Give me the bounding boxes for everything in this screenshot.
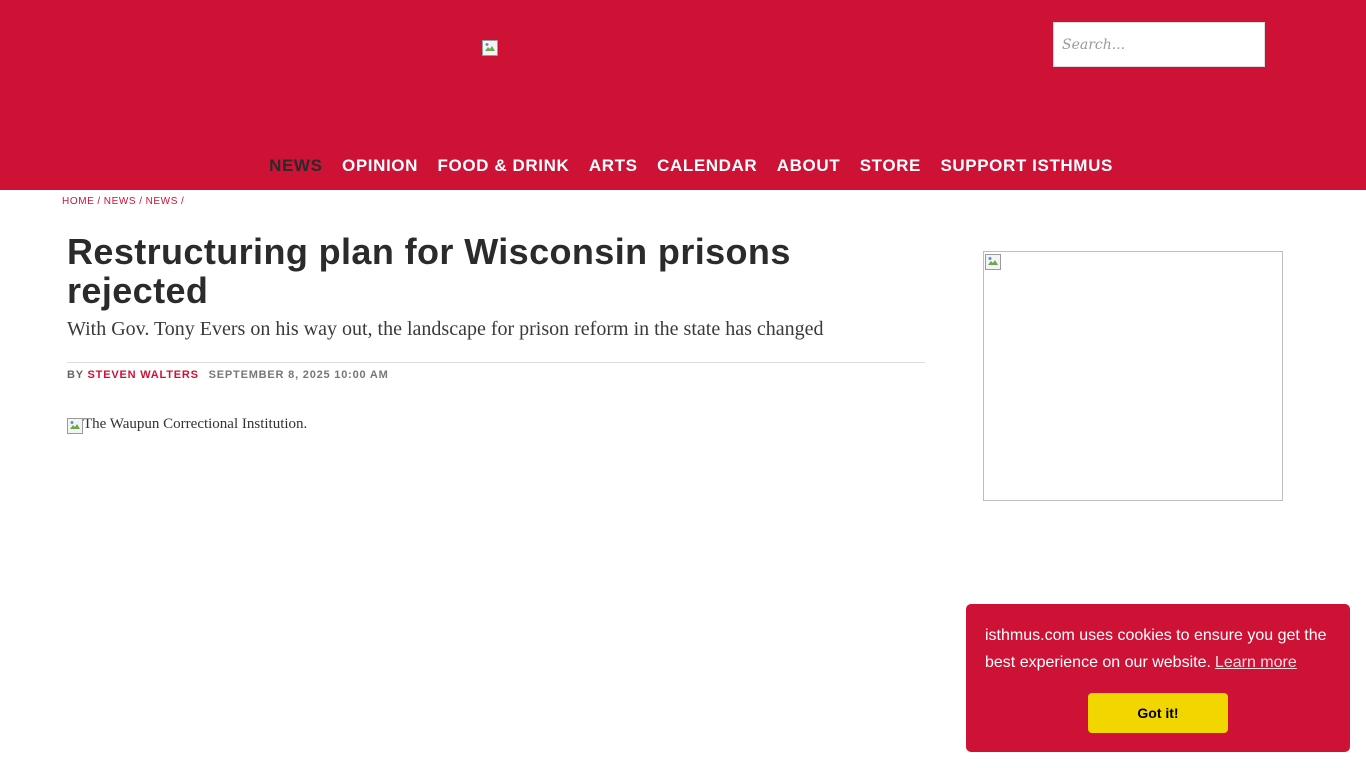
nav-item-support-isthmus[interactable]: SUPPORT ISTHMUS	[940, 154, 1112, 178]
breadcrumb-separator: /	[139, 196, 143, 207]
article-image-alt: The Waupun Correctional Institution.	[83, 416, 308, 432]
accept-cookies-button[interactable]: Got it!	[1088, 693, 1228, 733]
broken-image-icon	[985, 254, 1001, 270]
cookie-message: isthmus.com uses cookies to ensure you g…	[985, 622, 1335, 676]
nav-item-arts[interactable]: ARTS	[589, 154, 638, 178]
nav-item-food-drink[interactable]: FOOD & DRINK	[438, 154, 570, 178]
breadcrumb-separator: /	[97, 196, 101, 207]
publish-date: SEPTEMBER 8, 2025 10:00 AM	[208, 369, 389, 381]
divider	[67, 362, 925, 363]
nav-item-about[interactable]: ABOUT	[777, 154, 840, 178]
byline-prefix: BY	[67, 369, 84, 381]
nav-item-store[interactable]: STORE	[860, 154, 921, 178]
breadcrumb-news-sub[interactable]: NEWS	[146, 196, 178, 207]
breadcrumb-home[interactable]: HOME	[62, 196, 94, 207]
article-title: Restructuring plan for Wisconsin prisons…	[67, 231, 791, 311]
site-logo[interactable]	[482, 40, 498, 56]
broken-image-icon	[482, 40, 498, 56]
learn-more-link[interactable]: Learn more	[1215, 654, 1297, 671]
nav-item-calendar[interactable]: CALENDAR	[657, 154, 757, 178]
article-dek: With Gov. Tony Evers on his way out, the…	[67, 318, 824, 340]
nav-item-news[interactable]: NEWS	[269, 154, 322, 178]
breadcrumb: HOME / NEWS / NEWS /	[62, 196, 187, 207]
site-header: NEWS OPINION FOOD & DRINK ARTS CALENDAR …	[0, 0, 1366, 190]
author-link[interactable]: STEVEN WALTERS	[88, 369, 199, 381]
broken-image-icon	[67, 418, 83, 434]
breadcrumb-news[interactable]: NEWS	[104, 196, 136, 207]
search-input[interactable]	[1053, 22, 1265, 67]
article-image: The Waupun Correctional Institution.	[67, 416, 307, 434]
cookie-banner: isthmus.com uses cookies to ensure you g…	[966, 604, 1350, 752]
article-byline: BY STEVEN WALTERS SEPTEMBER 8, 2025 10:0…	[67, 369, 389, 381]
sidebar-ad[interactable]	[983, 251, 1283, 501]
main-nav: NEWS OPINION FOOD & DRINK ARTS CALENDAR …	[0, 154, 1366, 178]
nav-item-opinion[interactable]: OPINION	[342, 154, 418, 178]
breadcrumb-separator: /	[181, 196, 185, 207]
